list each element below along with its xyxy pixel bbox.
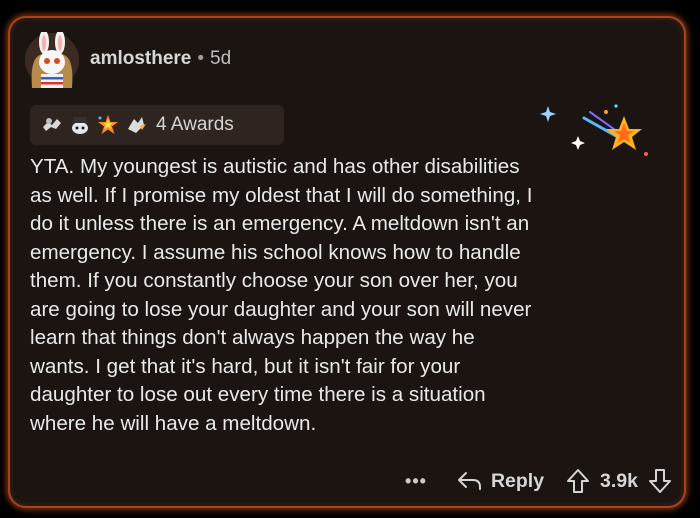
vote-score: 3.9k [600,469,638,492]
wholesome-seal-icon [43,118,61,131]
reply-icon [457,472,481,490]
awards-count: 4 Awards [156,114,234,135]
awards-bar[interactable]: 4 Awards [30,105,284,145]
upvote-icon[interactable] [566,468,590,494]
header-separator: • [197,48,205,69]
comment-actions: ••• Reply 3.9k [405,466,672,496]
reply-button[interactable]: Reply [457,470,544,493]
vote-controls: 3.9k [566,468,672,494]
user-avatar[interactable] [24,32,80,88]
comment-card: amlosthere • 5d 4 Awards YTA. My younges… [8,16,686,508]
comment-header: amlosthere • 5d [90,48,231,70]
starstruck-icon [98,115,118,134]
take-my-energy-icon [128,117,146,133]
downvote-icon[interactable] [648,468,672,494]
comment-body: YTA. My youngest is autistic and has oth… [30,155,533,435]
username-link[interactable]: amlosthere [90,48,191,69]
more-options-button[interactable]: ••• [405,471,427,492]
comment-age: 5d [210,48,232,69]
ally-icon [72,117,88,134]
reply-label: Reply [490,469,545,492]
